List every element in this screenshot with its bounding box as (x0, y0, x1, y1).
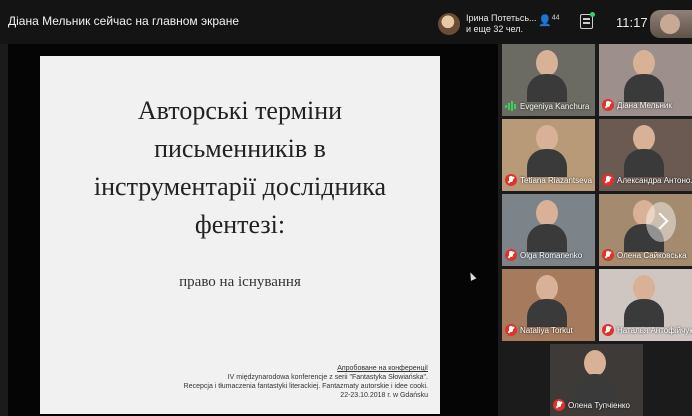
participant-tile[interactable]: Наталья Антофійчук (599, 269, 692, 341)
participant-figure (624, 275, 664, 327)
participant-tile[interactable]: Олена Сайковська (599, 194, 692, 266)
participant-name: Діана Мельник (617, 100, 672, 110)
muted-mic-icon (505, 249, 517, 261)
muted-mic-icon (505, 324, 517, 336)
footer-line: Апробоване на конференції (337, 365, 428, 372)
host-avatar (438, 13, 460, 35)
slide-subtitle: право на існування (179, 274, 301, 290)
slide-title-line: Авторські терміни (137, 96, 343, 125)
active-speaker-chip[interactable]: Ірина Потетьсь... и еще 32 чел. (438, 10, 537, 38)
people-icon: 👤 (538, 15, 552, 27)
shared-screen-stage: Авторські терміни письменників в інструм… (8, 44, 498, 416)
screen-share-status: Діана Мельник сейчас на главном экране (8, 14, 240, 28)
next-page-arrow[interactable] (646, 202, 676, 242)
participant-name: Наталья Антофійчук (617, 325, 692, 335)
chat-unread-dot (590, 12, 595, 17)
participant-name: Александра Антоно... (617, 175, 692, 185)
participant-figure (624, 50, 664, 102)
participant-figure (575, 350, 615, 402)
muted-mic-icon (602, 99, 614, 111)
participants-button[interactable]: 👤44 (538, 14, 560, 27)
slide-title-line: фентезі: (194, 210, 286, 239)
participant-figure (527, 275, 567, 327)
footer-line: Recepcja i tłumaczenia fantastyki litera… (183, 383, 428, 390)
participant-name: Олена Сайковська (617, 250, 687, 260)
muted-mic-icon (602, 174, 614, 186)
muted-mic-icon (602, 324, 614, 336)
participant-tile[interactable]: Tetiana Riazantseva (502, 119, 595, 191)
muted-mic-icon (505, 174, 517, 186)
participant-tile[interactable]: Олена Тупчіенко (550, 344, 643, 416)
others-count: и еще 32 чел. (466, 24, 524, 34)
participant-name: Evgeniya Kanchura (520, 101, 590, 111)
slide-title-line: інструментарії дослідника (93, 172, 387, 201)
participant-tile[interactable]: Діана Мельник (599, 44, 692, 116)
participant-figure (527, 125, 567, 177)
participant-tile[interactable]: Evgeniya Kanchura (502, 44, 595, 116)
participant-name: Олена Тупчіенко (568, 400, 630, 410)
muted-mic-icon (553, 399, 565, 411)
participant-name: Nataliya Torkut (520, 325, 573, 335)
footer-line: IV międzynarodowa konferencje z serii "F… (227, 374, 428, 381)
presentation-slide: Авторські терміни письменників в інструм… (40, 56, 440, 414)
participant-name: Tetiana Riazantseva (520, 175, 593, 185)
slide-title: Авторські терміни письменників в інструм… (52, 92, 428, 244)
participant-figure (527, 50, 567, 102)
meeting-top-bar: Діана Мельник сейчас на главном экране І… (0, 0, 692, 44)
participant-name: Olga Romanenko (520, 250, 583, 260)
speaking-indicator-icon (505, 101, 517, 111)
slide-footer: Апробоване на конференції IV międzynarod… (184, 364, 428, 400)
host-name: Ірина Потетьсь... (466, 13, 537, 23)
self-view-thumbnail[interactable] (650, 10, 692, 38)
participant-figure (624, 125, 664, 177)
participant-tile[interactable]: Александра Антоно... (599, 119, 692, 191)
participant-figure (527, 200, 567, 252)
participants-count: 44 (551, 14, 560, 22)
slide-title-line: письменників в (154, 134, 326, 163)
participant-tile[interactable]: Nataliya Torkut (502, 269, 595, 341)
muted-mic-icon (602, 249, 614, 261)
footer-line: 22-23.10.2018 г. w Gdańsku (340, 392, 428, 399)
participant-tile[interactable]: Olga Romanenko (502, 194, 595, 266)
clock: 11:17 (616, 15, 648, 30)
